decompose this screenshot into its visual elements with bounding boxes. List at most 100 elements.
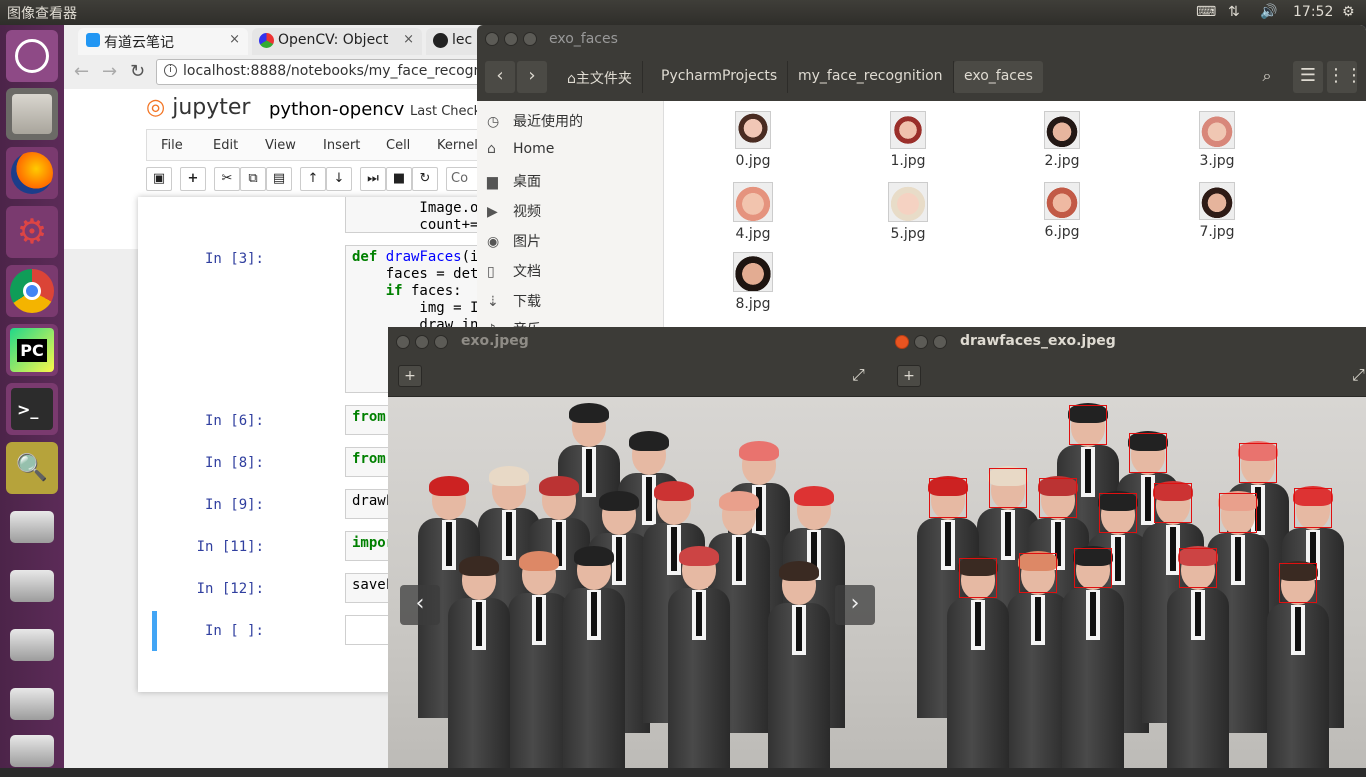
firefox-icon[interactable]	[6, 147, 58, 199]
drive-2-icon[interactable]	[6, 560, 58, 612]
terminal-icon[interactable]: >_	[6, 383, 58, 435]
save-icon[interactable]: ▣	[146, 167, 172, 191]
sidebar-item-recent[interactable]: ◷ 最近使用的	[487, 111, 583, 131]
title-bar[interactable]: exo_faces	[477, 25, 1366, 53]
sidebar-item-documents[interactable]: ▯ 文档	[487, 261, 541, 281]
crumb-my-face-recognition[interactable]: my_face_recognition	[788, 61, 954, 93]
file-item[interactable]: 3.jpg	[1187, 111, 1247, 169]
drive-1-icon[interactable]	[6, 501, 58, 553]
image-thumbnail	[1199, 182, 1235, 220]
forward-icon[interactable]: ›	[517, 61, 547, 93]
cut-icon[interactable]: ✂	[214, 167, 240, 191]
fullscreen-icon[interactable]: ⤢	[1352, 365, 1365, 385]
chrome-icon[interactable]	[6, 265, 58, 317]
menu-insert[interactable]: Insert	[323, 138, 360, 153]
fullscreen-icon[interactable]: ⤢	[852, 365, 865, 385]
maximize-icon[interactable]	[933, 335, 947, 349]
file-item[interactable]: 1.jpg	[878, 111, 938, 169]
crumb-home[interactable]: ⌂主文件夹	[557, 61, 643, 93]
maximize-icon[interactable]	[523, 32, 537, 46]
copy-icon[interactable]: ⧉	[240, 167, 266, 191]
restart-icon[interactable]: ↻	[412, 167, 438, 191]
notebook-title[interactable]: python-opencv Last Checkpo	[269, 99, 497, 120]
sidebar-item-videos[interactable]: ▶ 视频	[487, 201, 541, 221]
tab-opencv[interactable]: OpenCV: Object ×	[252, 28, 422, 55]
file-item[interactable]: 0.jpg	[723, 111, 783, 169]
list-view-icon[interactable]: ☰	[1293, 61, 1323, 93]
close-window-icon[interactable]	[895, 335, 909, 349]
grid-view-icon[interactable]: ⋮⋮	[1327, 61, 1363, 93]
close-window-icon[interactable]	[396, 335, 410, 349]
minimize-icon[interactable]	[415, 335, 429, 349]
address-bar[interactable]: i localhost:8888/notebooks/my_face_recog…	[156, 59, 486, 85]
menu-edit[interactable]: Edit	[213, 138, 238, 153]
drive-3-icon[interactable]	[6, 619, 58, 671]
drive-4-icon[interactable]	[6, 678, 58, 730]
back-icon[interactable]: ‹	[485, 61, 515, 93]
cell-prompt: In [12]:	[196, 581, 264, 597]
face-detection-box	[1019, 553, 1057, 593]
close-window-icon[interactable]	[485, 32, 499, 46]
sidebar-item-pictures[interactable]: ◉ 图片	[487, 231, 541, 251]
tab-label: 有道云笔记	[104, 35, 174, 51]
notebook-name[interactable]: python-opencv	[269, 99, 404, 120]
add-cell-icon[interactable]: +	[180, 167, 206, 191]
file-item[interactable]: 4.jpg	[723, 182, 783, 242]
pycharm-icon[interactable]: PC	[6, 324, 58, 376]
sidebar-label: 桌面	[513, 174, 541, 190]
drive-5-icon[interactable]	[6, 725, 58, 777]
move-up-icon[interactable]: ↑	[300, 167, 326, 191]
menu-kernel[interactable]: Kernel	[437, 138, 478, 153]
file-item[interactable]: 5.jpg	[878, 182, 938, 242]
ubuntu-dash-icon[interactable]	[6, 30, 58, 82]
back-icon[interactable]: ←	[74, 61, 89, 82]
title-bar[interactable]: exo.jpeg	[388, 327, 887, 355]
run-icon[interactable]: ⏭	[360, 167, 386, 191]
crumb-pycharmprojects[interactable]: PycharmProjects	[651, 61, 789, 93]
volume-icon[interactable]: 🔊	[1260, 4, 1277, 20]
close-icon[interactable]: ×	[403, 32, 414, 47]
tab-github[interactable]: lec	[426, 28, 484, 55]
image-viewer-icon[interactable]: 🔍	[6, 442, 58, 494]
close-icon[interactable]: ×	[229, 32, 240, 47]
add-icon[interactable]: +	[897, 365, 921, 387]
sidebar-item-music[interactable]: ♪音乐	[487, 319, 541, 327]
system-settings-icon[interactable]: ⚙	[6, 206, 58, 258]
network-icon[interactable]: ⇅	[1228, 4, 1240, 20]
minimize-icon[interactable]	[914, 335, 928, 349]
tab-youdao[interactable]: 有道云笔记 ×	[78, 28, 248, 55]
menu-cell[interactable]: Cell	[386, 138, 410, 153]
keyboard-icon[interactable]: ⌨	[1196, 4, 1216, 20]
sidebar-item-home[interactable]: ⌂ Home	[487, 141, 554, 157]
add-icon[interactable]: +	[398, 365, 422, 387]
stop-icon[interactable]: ■	[386, 167, 412, 191]
maximize-icon[interactable]	[434, 335, 448, 349]
clock-time[interactable]: 17:52	[1293, 4, 1333, 20]
image-thumbnail	[890, 111, 926, 149]
search-icon[interactable]: ⌕	[1252, 61, 1282, 93]
sidebar-item-desktop[interactable]: ▆ 桌面	[487, 171, 541, 191]
forward-icon[interactable]: →	[102, 61, 117, 82]
camera-icon: ◉	[487, 234, 500, 250]
paste-icon[interactable]: ▤	[266, 167, 292, 191]
jupyter-logo[interactable]: ◎ jupyter	[146, 95, 250, 120]
reload-icon[interactable]: ↻	[130, 61, 145, 82]
info-icon[interactable]: i	[164, 64, 177, 77]
sidebar-label: 最近使用的	[513, 114, 583, 130]
crumb-exo-faces[interactable]: exo_faces	[954, 61, 1043, 93]
menu-file[interactable]: File	[161, 138, 183, 153]
file-item[interactable]: 6.jpg	[1032, 182, 1092, 240]
file-item[interactable]: 2.jpg	[1032, 111, 1092, 169]
next-image-icon[interactable]: ›	[835, 585, 875, 625]
move-down-icon[interactable]: ↓	[326, 167, 352, 191]
prev-image-icon[interactable]: ‹	[400, 585, 440, 625]
sidebar-item-downloads[interactable]: ⇣ 下载	[487, 291, 541, 311]
minimize-icon[interactable]	[504, 32, 518, 46]
clock-icon: ◷	[487, 114, 500, 130]
files-icon[interactable]	[6, 88, 58, 140]
file-item[interactable]: 8.jpg	[723, 252, 783, 312]
menu-view[interactable]: View	[265, 138, 296, 153]
settings-gear-icon[interactable]: ⚙	[1342, 4, 1355, 20]
file-item[interactable]: 7.jpg	[1187, 182, 1247, 240]
title-bar[interactable]: drawfaces_exo.jpeg	[887, 327, 1366, 355]
